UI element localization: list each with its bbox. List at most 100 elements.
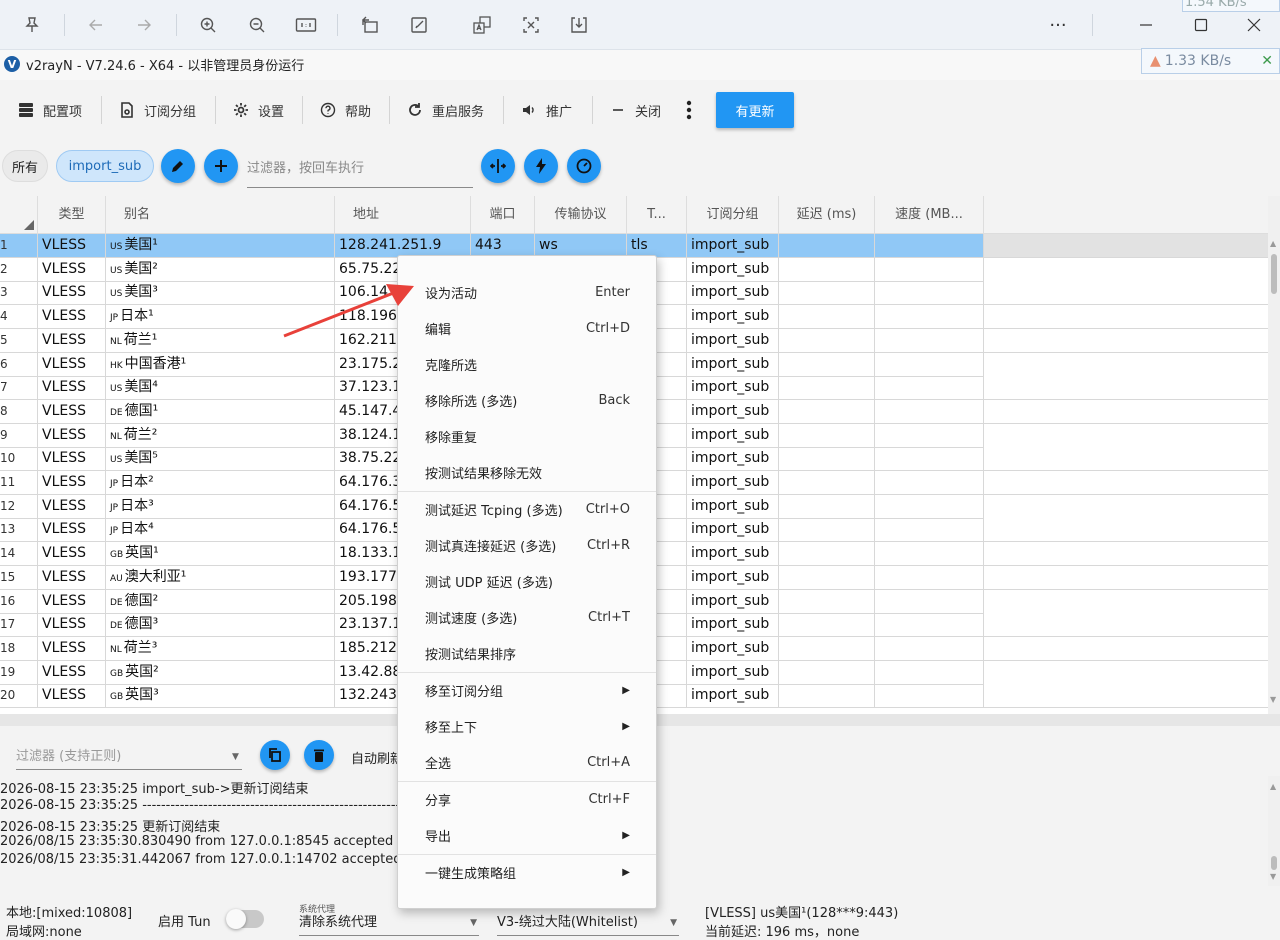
add-subscription-button[interactable] (204, 149, 238, 183)
menu-item[interactable]: 移至订阅分组 ▶ (398, 672, 656, 708)
cell-empty (984, 684, 1268, 709)
save-icon[interactable] (565, 11, 593, 39)
close-icon[interactable] (1240, 11, 1268, 39)
toolbar-restart-button[interactable]: 重启服务 (407, 99, 484, 121)
zoom-out-icon[interactable] (243, 11, 271, 39)
column-header-transport[interactable]: 传输协议 (535, 196, 627, 234)
toolbar-subscription-button[interactable]: 订阅分组 (119, 99, 196, 121)
cell-latency (779, 660, 875, 685)
latency-test-button[interactable] (567, 149, 601, 183)
cell-latency (779, 447, 875, 472)
cell-sub: import_sub (687, 613, 779, 638)
menu-item[interactable]: 测试 UDP 延迟 (多选) (398, 563, 656, 599)
menu-item[interactable]: 克隆所选 (398, 346, 656, 382)
menu-item[interactable]: 按测试结果移除无效 (398, 454, 656, 490)
minimize-icon[interactable] (1132, 11, 1160, 39)
column-header-type[interactable]: 类型 (38, 196, 106, 234)
scroll-up-icon[interactable]: ▲ (1270, 782, 1276, 791)
column-header-alias[interactable]: 别名 (106, 196, 335, 234)
network-speed-top-value: 1.54 KB/s (1185, 0, 1247, 10)
update-available-button[interactable]: 有更新 (716, 92, 794, 128)
log-scroll-thumb[interactable] (1271, 856, 1277, 870)
menu-item[interactable]: 编辑 Ctrl+D (398, 310, 656, 346)
log-filter-input[interactable] (16, 744, 242, 770)
menu-item[interactable]: 导出 ▶ (398, 817, 656, 853)
toolbar-close-button[interactable]: 关闭 (610, 99, 661, 121)
edit-icon[interactable] (405, 11, 433, 39)
submenu-arrow-icon: ▶ (622, 684, 630, 696)
cell-speed (875, 376, 984, 401)
menu-item[interactable]: 分享 Ctrl+F (398, 781, 656, 817)
maximize-icon[interactable] (1187, 11, 1215, 39)
toolbar-promote-button[interactable]: 推广 (521, 99, 572, 121)
alias-text: 荷兰³ (123, 639, 158, 656)
menu-item[interactable]: 测试真连接延迟 (多选) Ctrl+R (398, 527, 656, 563)
close-icon[interactable]: ✕ (1261, 53, 1273, 69)
edit-subscription-button[interactable] (161, 149, 195, 183)
column-header-subscription[interactable]: 订阅分组 (687, 196, 779, 234)
column-header-address[interactable]: 地址 (335, 196, 471, 234)
main-toolbar: 配置项 订阅分组 设置 帮助 重启服务 推广 关闭 (0, 82, 1280, 138)
scroll-down-icon[interactable]: ▼ (1270, 696, 1278, 704)
alias-text: 德国² (124, 592, 159, 609)
column-header-port[interactable]: 端口 (471, 196, 535, 234)
menu-item-shortcut: Back (598, 392, 630, 408)
menu-item[interactable]: 全选 Ctrl+A (398, 744, 656, 780)
grid-scroll-thumb[interactable] (1271, 254, 1277, 294)
toolbar-servers-button[interactable]: 配置项 (18, 99, 82, 121)
alias-text: 英国¹ (125, 545, 159, 562)
log-line: 2026-08-15 23:35:25 import_sub->更新订阅结束 (0, 782, 309, 797)
cell-n: 9 (0, 423, 38, 448)
menu-item[interactable]: 按测试结果排序 (398, 635, 656, 671)
more-vertical-icon[interactable] (682, 99, 696, 121)
menu-item-label: 测试速度 (多选) (425, 611, 518, 627)
menu-item[interactable]: 移至上下 ▶ (398, 708, 656, 744)
menu-item[interactable]: 移除重复 (398, 418, 656, 454)
speed-test-button[interactable] (524, 149, 558, 183)
split-icon (490, 159, 506, 173)
log-vertical-scrollbar[interactable]: ▲ ▼ (1268, 776, 1280, 886)
scroll-up-icon[interactable]: ▲ (1270, 240, 1278, 248)
more-icon[interactable]: ··· (1044, 11, 1072, 39)
cell-type: VLESS (38, 613, 106, 638)
column-header-tls[interactable]: T... (627, 196, 687, 234)
tun-toggle[interactable] (226, 909, 264, 929)
menu-item[interactable]: 一键生成策略组 ▶ (398, 854, 656, 890)
back-arrow-icon[interactable] (82, 11, 110, 39)
column-header-speed[interactable]: 速度 (MB... (875, 196, 984, 234)
menu-item-label: 设为活动 (425, 286, 478, 302)
rotate-icon[interactable] (356, 11, 384, 39)
forward-arrow-icon[interactable] (130, 11, 158, 39)
translate-icon[interactable] (468, 11, 496, 39)
sysproxy-select[interactable]: 清除系统代理 ▼ (299, 912, 479, 936)
chevron-down-icon[interactable]: ▼ (232, 752, 239, 762)
scroll-down-icon[interactable]: ▼ (1270, 872, 1276, 881)
extract-text-icon[interactable] (517, 11, 545, 39)
grid-vertical-scrollbar[interactable]: ▲ ▼ (1268, 196, 1280, 714)
menu-item-label: 全选 (425, 756, 452, 772)
chip-import-sub[interactable]: import_sub (56, 150, 154, 182)
toolbar-settings-button[interactable]: 设置 (233, 99, 284, 121)
copy-log-button[interactable] (260, 740, 290, 770)
menu-item[interactable]: 测试速度 (多选) Ctrl+T (398, 599, 656, 635)
zoom-in-icon[interactable] (194, 11, 222, 39)
cell-alias: NL 荷兰² (106, 423, 335, 448)
column-header-latency[interactable]: 延迟 (ms) (779, 196, 875, 234)
copy-icon (269, 748, 281, 762)
viewer-toolbar: ··· (0, 0, 1280, 50)
menu-item[interactable]: 设为活动 Enter (398, 274, 656, 310)
toolbar-help-button[interactable]: 帮助 (320, 99, 371, 121)
menu-item[interactable]: 测试延迟 Tcping (多选) Ctrl+O (398, 491, 656, 527)
server-filter-input[interactable] (247, 150, 473, 188)
routing-value: V3-绕过大陆(Whitelist) (497, 915, 638, 930)
pin-icon[interactable] (18, 11, 46, 39)
chip-all[interactable]: 所有 (2, 150, 48, 182)
routing-select[interactable]: V3-绕过大陆(Whitelist) ▼ (497, 912, 679, 936)
menu-item-label: 测试延迟 Tcping (多选) (425, 503, 563, 519)
actual-size-icon[interactable] (292, 11, 320, 39)
network-speed-widget: ▲ 1.33 KB/s ✕ (1141, 48, 1280, 74)
move-columns-button[interactable] (481, 149, 515, 183)
clear-log-button[interactable] (304, 740, 334, 770)
menu-item[interactable]: 移除所选 (多选) Back (398, 382, 656, 418)
menu-item-label: 编辑 (425, 322, 452, 338)
